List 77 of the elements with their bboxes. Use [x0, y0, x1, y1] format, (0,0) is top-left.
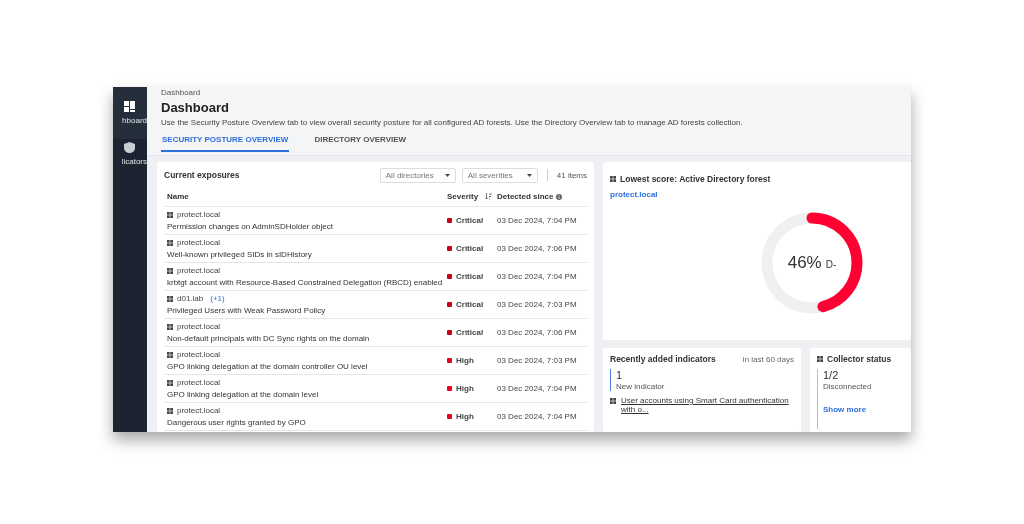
- detected-date: 03 Dec 2024, 7:04 PM: [497, 384, 578, 393]
- forest-link[interactable]: protect.local: [610, 190, 904, 199]
- severity-label: Critical: [456, 216, 484, 225]
- windows-logo-icon: [167, 407, 173, 414]
- filter-dropdown[interactable]: All directories: [379, 167, 456, 183]
- column-header[interactable]: Name: [164, 192, 447, 201]
- tab[interactable]: SECURITY POSTURE OVERVIEW: [161, 135, 290, 152]
- windows-logo-icon: [167, 239, 173, 246]
- detected-date: 03 Dec 2024, 7:06 PM: [497, 244, 578, 253]
- windows-logo-icon: [167, 351, 173, 358]
- show-more-link[interactable]: Show more: [823, 405, 904, 414]
- more-link[interactable]: (+1): [210, 294, 225, 303]
- exposure-name[interactable]: Well-known privileged SIDs in sIDHistory: [167, 250, 447, 259]
- item-count: 41 items: [556, 170, 587, 180]
- detected-date: 03 Dec 2024, 7:03 PM: [497, 356, 578, 365]
- severity-label: Critical: [456, 300, 484, 309]
- domain-name: protect.local: [177, 378, 221, 387]
- detected-date: 03 Dec 2024, 7:06 PM: [497, 328, 578, 337]
- severity-label: Critical: [456, 244, 484, 253]
- severity-label: High: [456, 412, 474, 421]
- exposure-name[interactable]: GPO linking delegation at the domain controller OU level: [167, 362, 447, 371]
- shield-icon: [124, 142, 135, 153]
- domain-name: protect.local: [177, 210, 221, 219]
- card-title: Current exposures: [164, 170, 240, 180]
- period-label: in last 60 days: [742, 354, 794, 364]
- domain-name: protect.local: [177, 266, 221, 275]
- windows-logo-icon: [167, 379, 173, 386]
- count-caption: New indicator: [616, 382, 666, 391]
- windows-logo-icon: [610, 176, 616, 182]
- count-caption: Disconnected: [823, 382, 873, 391]
- severity-label: High: [456, 384, 474, 393]
- domain-name: protect.local: [177, 406, 221, 415]
- windows-logo-icon: [167, 211, 173, 218]
- severity-label: Critical: [456, 272, 484, 281]
- card-title: Lowest score: Active Directory forest: [620, 174, 771, 184]
- domain-name: d01.lab: [177, 294, 204, 303]
- collector-count: 1/2: [823, 369, 840, 381]
- info-icon: [556, 193, 563, 200]
- exposure-name[interactable]: krbtgt account with Resource-Based Constrained Delegation (RBCD) enabled: [167, 278, 447, 287]
- windows-logo-icon: [167, 323, 173, 330]
- severity-label: High: [456, 356, 474, 365]
- page-title: Dashboard: [161, 100, 230, 115]
- windows-logo-icon: [167, 267, 173, 274]
- detected-date: 03 Dec 2024, 7:03 PM: [497, 300, 578, 309]
- exposure-name[interactable]: Non-default principals with DC Sync rights on the domain: [167, 334, 447, 343]
- exposure-name[interactable]: Dangerous user rights granted by GPO: [167, 418, 447, 427]
- detected-date: 03 Dec 2024, 7:04 PM: [497, 412, 578, 421]
- domain-name: protect.local: [177, 350, 221, 359]
- page-description: Use the Security Posture Overview tab to view overall security posture for all configured AD forests. Use the Directory Overview tab to manage AD forests collection.: [161, 118, 744, 128]
- card-title: Collector status: [827, 354, 892, 364]
- sort-icon: [485, 193, 493, 200]
- caret-icon: [526, 173, 532, 177]
- windows-logo-icon: [610, 398, 616, 404]
- exposure-name[interactable]: Privileged Users with Weak Password Policy: [167, 306, 447, 315]
- exposure-name[interactable]: Permission changes on AdminSDHolder object: [167, 222, 447, 231]
- windows-logo-icon: [817, 356, 823, 362]
- filter-dropdown[interactable]: All severities: [461, 167, 538, 183]
- score-percent: 46%: [787, 253, 822, 273]
- domain-name: protect.local: [177, 238, 221, 247]
- column-header[interactable]: Severity: [447, 192, 479, 201]
- caret-icon: [444, 173, 450, 177]
- column-header[interactable]: Detected since: [497, 192, 554, 201]
- sidebar-item[interactable]: licators: [113, 139, 147, 182]
- detected-date: 03 Dec 2024, 7:04 PM: [497, 272, 578, 281]
- windows-logo-icon: [167, 295, 173, 302]
- breadcrumb[interactable]: Dashboard: [161, 88, 911, 97]
- indicator-count: 1: [616, 369, 624, 381]
- exposure-name[interactable]: GPO linking delegation at the domain level: [167, 390, 447, 399]
- tab[interactable]: DIRECTORY OVERVIEW: [313, 135, 408, 152]
- indicator-link[interactable]: User accounts using Smart Card authentication with o...: [621, 396, 794, 414]
- dashboard-icon: [124, 101, 135, 112]
- domain-name: protect.local: [177, 322, 221, 331]
- severity-label: Critical: [456, 328, 484, 337]
- sidebar-item[interactable]: hboard: [113, 87, 147, 139]
- detected-date: 03 Dec 2024, 7:04 PM: [497, 216, 578, 225]
- card-title: Recently added indicators: [610, 354, 716, 364]
- score-grade: D-: [825, 258, 837, 270]
